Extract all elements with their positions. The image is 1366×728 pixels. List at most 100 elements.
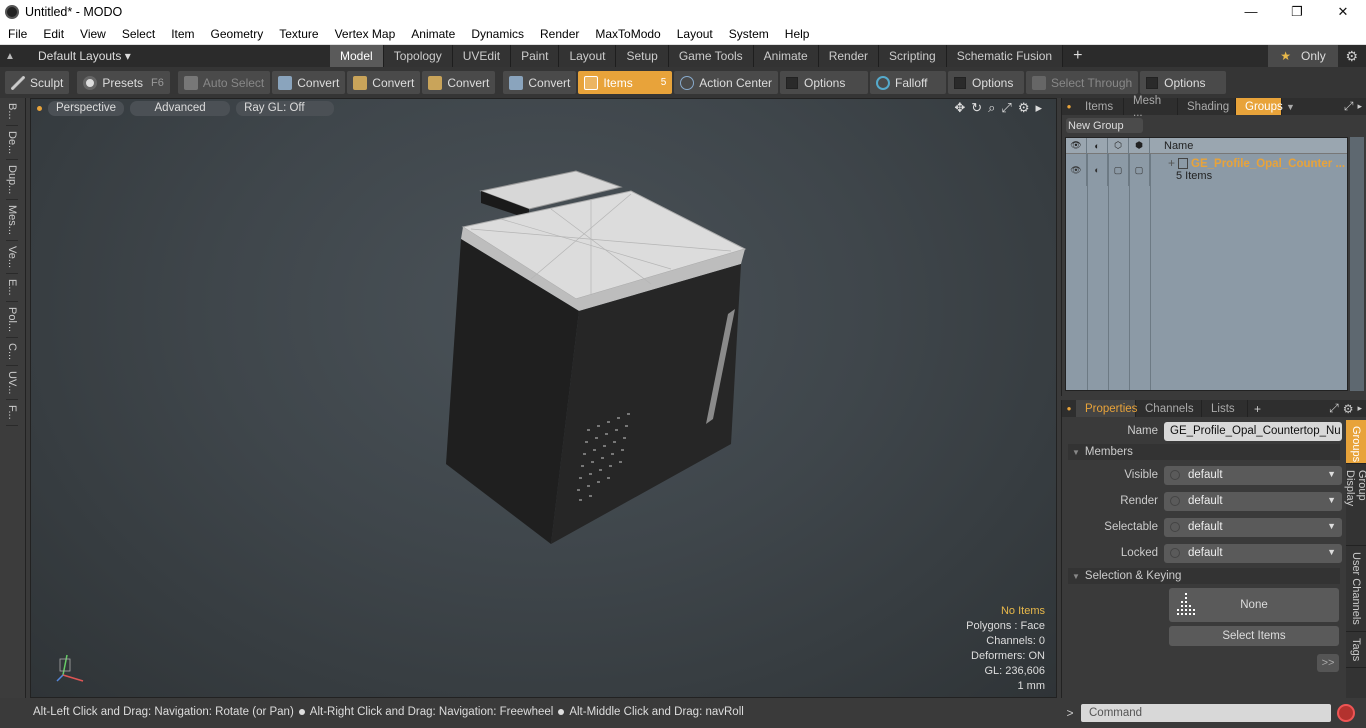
name-column-header[interactable]: Name bbox=[1150, 140, 1193, 152]
tab-animate[interactable]: Animate bbox=[753, 45, 819, 67]
3d-viewport[interactable]: Perspective Advanced Ray GL: Off ✥ ↻ ⌕ ⤢… bbox=[30, 98, 1057, 698]
tab-topology[interactable]: Topology bbox=[383, 45, 453, 67]
action-options-button[interactable]: Options bbox=[780, 71, 868, 94]
action-center-button[interactable]: Action Center bbox=[674, 71, 778, 94]
convert-edges-button[interactable]: Convert bbox=[347, 71, 421, 94]
tab-mesh[interactable]: Mesh ... bbox=[1124, 95, 1178, 119]
close-button[interactable]: ✕ bbox=[1320, 0, 1366, 23]
add-tab-icon[interactable]: + bbox=[1073, 47, 1082, 65]
maximize-button[interactable]: ❐ bbox=[1274, 0, 1320, 23]
selectable-column-icon[interactable]: ⬡ bbox=[1108, 137, 1129, 154]
selection-keying-section[interactable]: ▼ Selection & Keying bbox=[1068, 568, 1340, 584]
stop-record-icon[interactable] bbox=[1337, 704, 1355, 722]
gear-icon[interactable]: ⚙ bbox=[1345, 48, 1358, 65]
tab-groups[interactable]: Groups bbox=[1236, 98, 1283, 115]
tab-paint[interactable]: Paint bbox=[511, 45, 560, 67]
lock-column-icon[interactable]: ⬢ bbox=[1129, 137, 1150, 154]
falloff-options-button[interactable]: Options bbox=[948, 71, 1024, 94]
visibility-column-icon[interactable]: 👁 bbox=[1066, 137, 1087, 154]
selectable-dropdown[interactable]: default ▼ bbox=[1164, 517, 1342, 537]
maximize-panel-icon[interactable]: ⤢ bbox=[1344, 99, 1354, 114]
menu-select[interactable]: Select bbox=[114, 27, 163, 41]
left-tab-curve[interactable]: C... bbox=[6, 338, 18, 366]
menu-geometry[interactable]: Geometry bbox=[203, 27, 272, 41]
locked-dropdown[interactable]: default ▼ bbox=[1164, 543, 1342, 563]
convert-polygons-button[interactable]: Convert bbox=[422, 71, 496, 94]
menu-item[interactable]: Item bbox=[163, 27, 202, 41]
expand-plus-icon[interactable]: + bbox=[1168, 156, 1175, 170]
tab-scripting[interactable]: Scripting bbox=[879, 45, 947, 67]
tab-lists[interactable]: Lists bbox=[1202, 400, 1248, 417]
convert-materials-button[interactable]: Convert bbox=[503, 71, 577, 94]
auto-select-button[interactable]: Auto Select bbox=[177, 71, 271, 94]
left-tab-vertex[interactable]: Ve... bbox=[6, 241, 18, 275]
name-field[interactable]: GE_Profile_Opal_Countertop_Nu bbox=[1164, 421, 1342, 441]
menu-render[interactable]: Render bbox=[532, 27, 587, 41]
side-tab-tags[interactable]: Tags bbox=[1346, 632, 1366, 668]
visible-dropdown[interactable]: default ▼ bbox=[1164, 465, 1342, 485]
panel-menu-icon[interactable]: ▸ bbox=[1357, 403, 1362, 414]
presets-button[interactable]: Presets F6 bbox=[77, 71, 170, 94]
left-tab-polygon[interactable]: Pol... bbox=[6, 302, 18, 338]
members-section[interactable]: ▼ Members bbox=[1068, 444, 1340, 460]
menu-view[interactable]: View bbox=[72, 27, 114, 41]
tabs-dropdown-icon[interactable]: ▼ bbox=[1286, 102, 1295, 112]
menu-edit[interactable]: Edit bbox=[35, 27, 72, 41]
more-button[interactable]: >> bbox=[1317, 654, 1339, 672]
side-tab-group-display[interactable]: Group Display bbox=[1344, 464, 1366, 546]
left-tab-mesh-edit[interactable]: Mes... bbox=[6, 200, 18, 242]
menu-animate[interactable]: Animate bbox=[403, 27, 463, 41]
command-input[interactable]: Command bbox=[1081, 704, 1331, 722]
menu-layout[interactable]: Layout bbox=[669, 27, 721, 41]
groups-scrollbar[interactable] bbox=[1350, 137, 1364, 391]
minimize-button[interactable]: — bbox=[1228, 0, 1274, 23]
panel-menu-icon[interactable]: ▸ bbox=[1357, 101, 1362, 112]
render-column-icon[interactable]: ◐ bbox=[1087, 137, 1108, 154]
tab-items[interactable]: Items bbox=[1076, 98, 1124, 115]
left-tab-duplicate[interactable]: Dup... bbox=[6, 160, 18, 201]
left-tab-deform[interactable]: De... bbox=[6, 126, 18, 160]
menu-vertex-map[interactable]: Vertex Map bbox=[327, 27, 404, 41]
tab-layout[interactable]: Layout bbox=[559, 45, 617, 67]
only-button[interactable]: ★ Only bbox=[1268, 45, 1338, 67]
falloff-button[interactable]: Falloff bbox=[870, 71, 946, 94]
select-options-button[interactable]: Options bbox=[1140, 71, 1227, 94]
none-key-button[interactable]: None bbox=[1169, 588, 1339, 622]
visibility-toggle-icon[interactable]: 👁 bbox=[1066, 154, 1087, 186]
tab-game-tools[interactable]: Game Tools bbox=[668, 45, 754, 67]
selectable-toggle-icon[interactable]: ▢ bbox=[1108, 154, 1129, 186]
tab-render[interactable]: Render bbox=[818, 45, 880, 67]
sculpt-button[interactable]: Sculpt bbox=[5, 71, 70, 94]
items-mode-button[interactable]: Items 5 bbox=[578, 71, 673, 94]
render-dropdown[interactable]: default ▼ bbox=[1164, 491, 1342, 511]
tab-setup[interactable]: Setup bbox=[616, 45, 669, 67]
maximize-panel-icon[interactable]: ⤢ bbox=[1329, 401, 1339, 416]
menu-file[interactable]: File bbox=[0, 27, 35, 41]
collapse-arrow-icon[interactable]: ▲ bbox=[0, 51, 20, 62]
menu-texture[interactable]: Texture bbox=[271, 27, 326, 41]
select-items-button[interactable]: Select Items bbox=[1169, 626, 1339, 646]
side-tab-user-channels[interactable]: User Channels bbox=[1346, 546, 1366, 632]
render-toggle-icon[interactable]: ◐ bbox=[1087, 154, 1108, 186]
menu-maxtomodo[interactable]: MaxToModo bbox=[587, 27, 668, 41]
panel-settings-icon[interactable]: ⚙ bbox=[1343, 402, 1354, 416]
tab-schematic-fusion[interactable]: Schematic Fusion bbox=[946, 45, 1064, 67]
lock-toggle-icon[interactable]: ▢ bbox=[1129, 154, 1150, 186]
convert-vertices-button[interactable]: Convert bbox=[272, 71, 346, 94]
left-tab-edge[interactable]: E... bbox=[6, 274, 18, 302]
tab-properties[interactable]: Properties bbox=[1076, 400, 1137, 417]
left-tab-fusion[interactable]: F... bbox=[6, 400, 18, 426]
tab-channels[interactable]: Channels bbox=[1136, 400, 1202, 417]
new-group-button[interactable]: New Group bbox=[1066, 118, 1143, 133]
left-tab-basic[interactable]: B... bbox=[6, 98, 18, 126]
add-tab-icon[interactable]: + bbox=[1254, 402, 1261, 416]
tab-shading[interactable]: Shading bbox=[1178, 98, 1236, 115]
tab-uvedit[interactable]: UVEdit bbox=[452, 45, 512, 67]
menu-system[interactable]: System bbox=[721, 27, 777, 41]
menu-dynamics[interactable]: Dynamics bbox=[463, 27, 532, 41]
tab-model[interactable]: Model bbox=[330, 45, 384, 67]
left-tab-uv[interactable]: UV... bbox=[6, 366, 18, 401]
layouts-dropdown[interactable]: Default Layouts ▾ bbox=[38, 49, 131, 63]
select-through-button[interactable]: Select Through bbox=[1026, 71, 1139, 94]
side-tab-groups[interactable]: Groups bbox=[1346, 420, 1366, 464]
